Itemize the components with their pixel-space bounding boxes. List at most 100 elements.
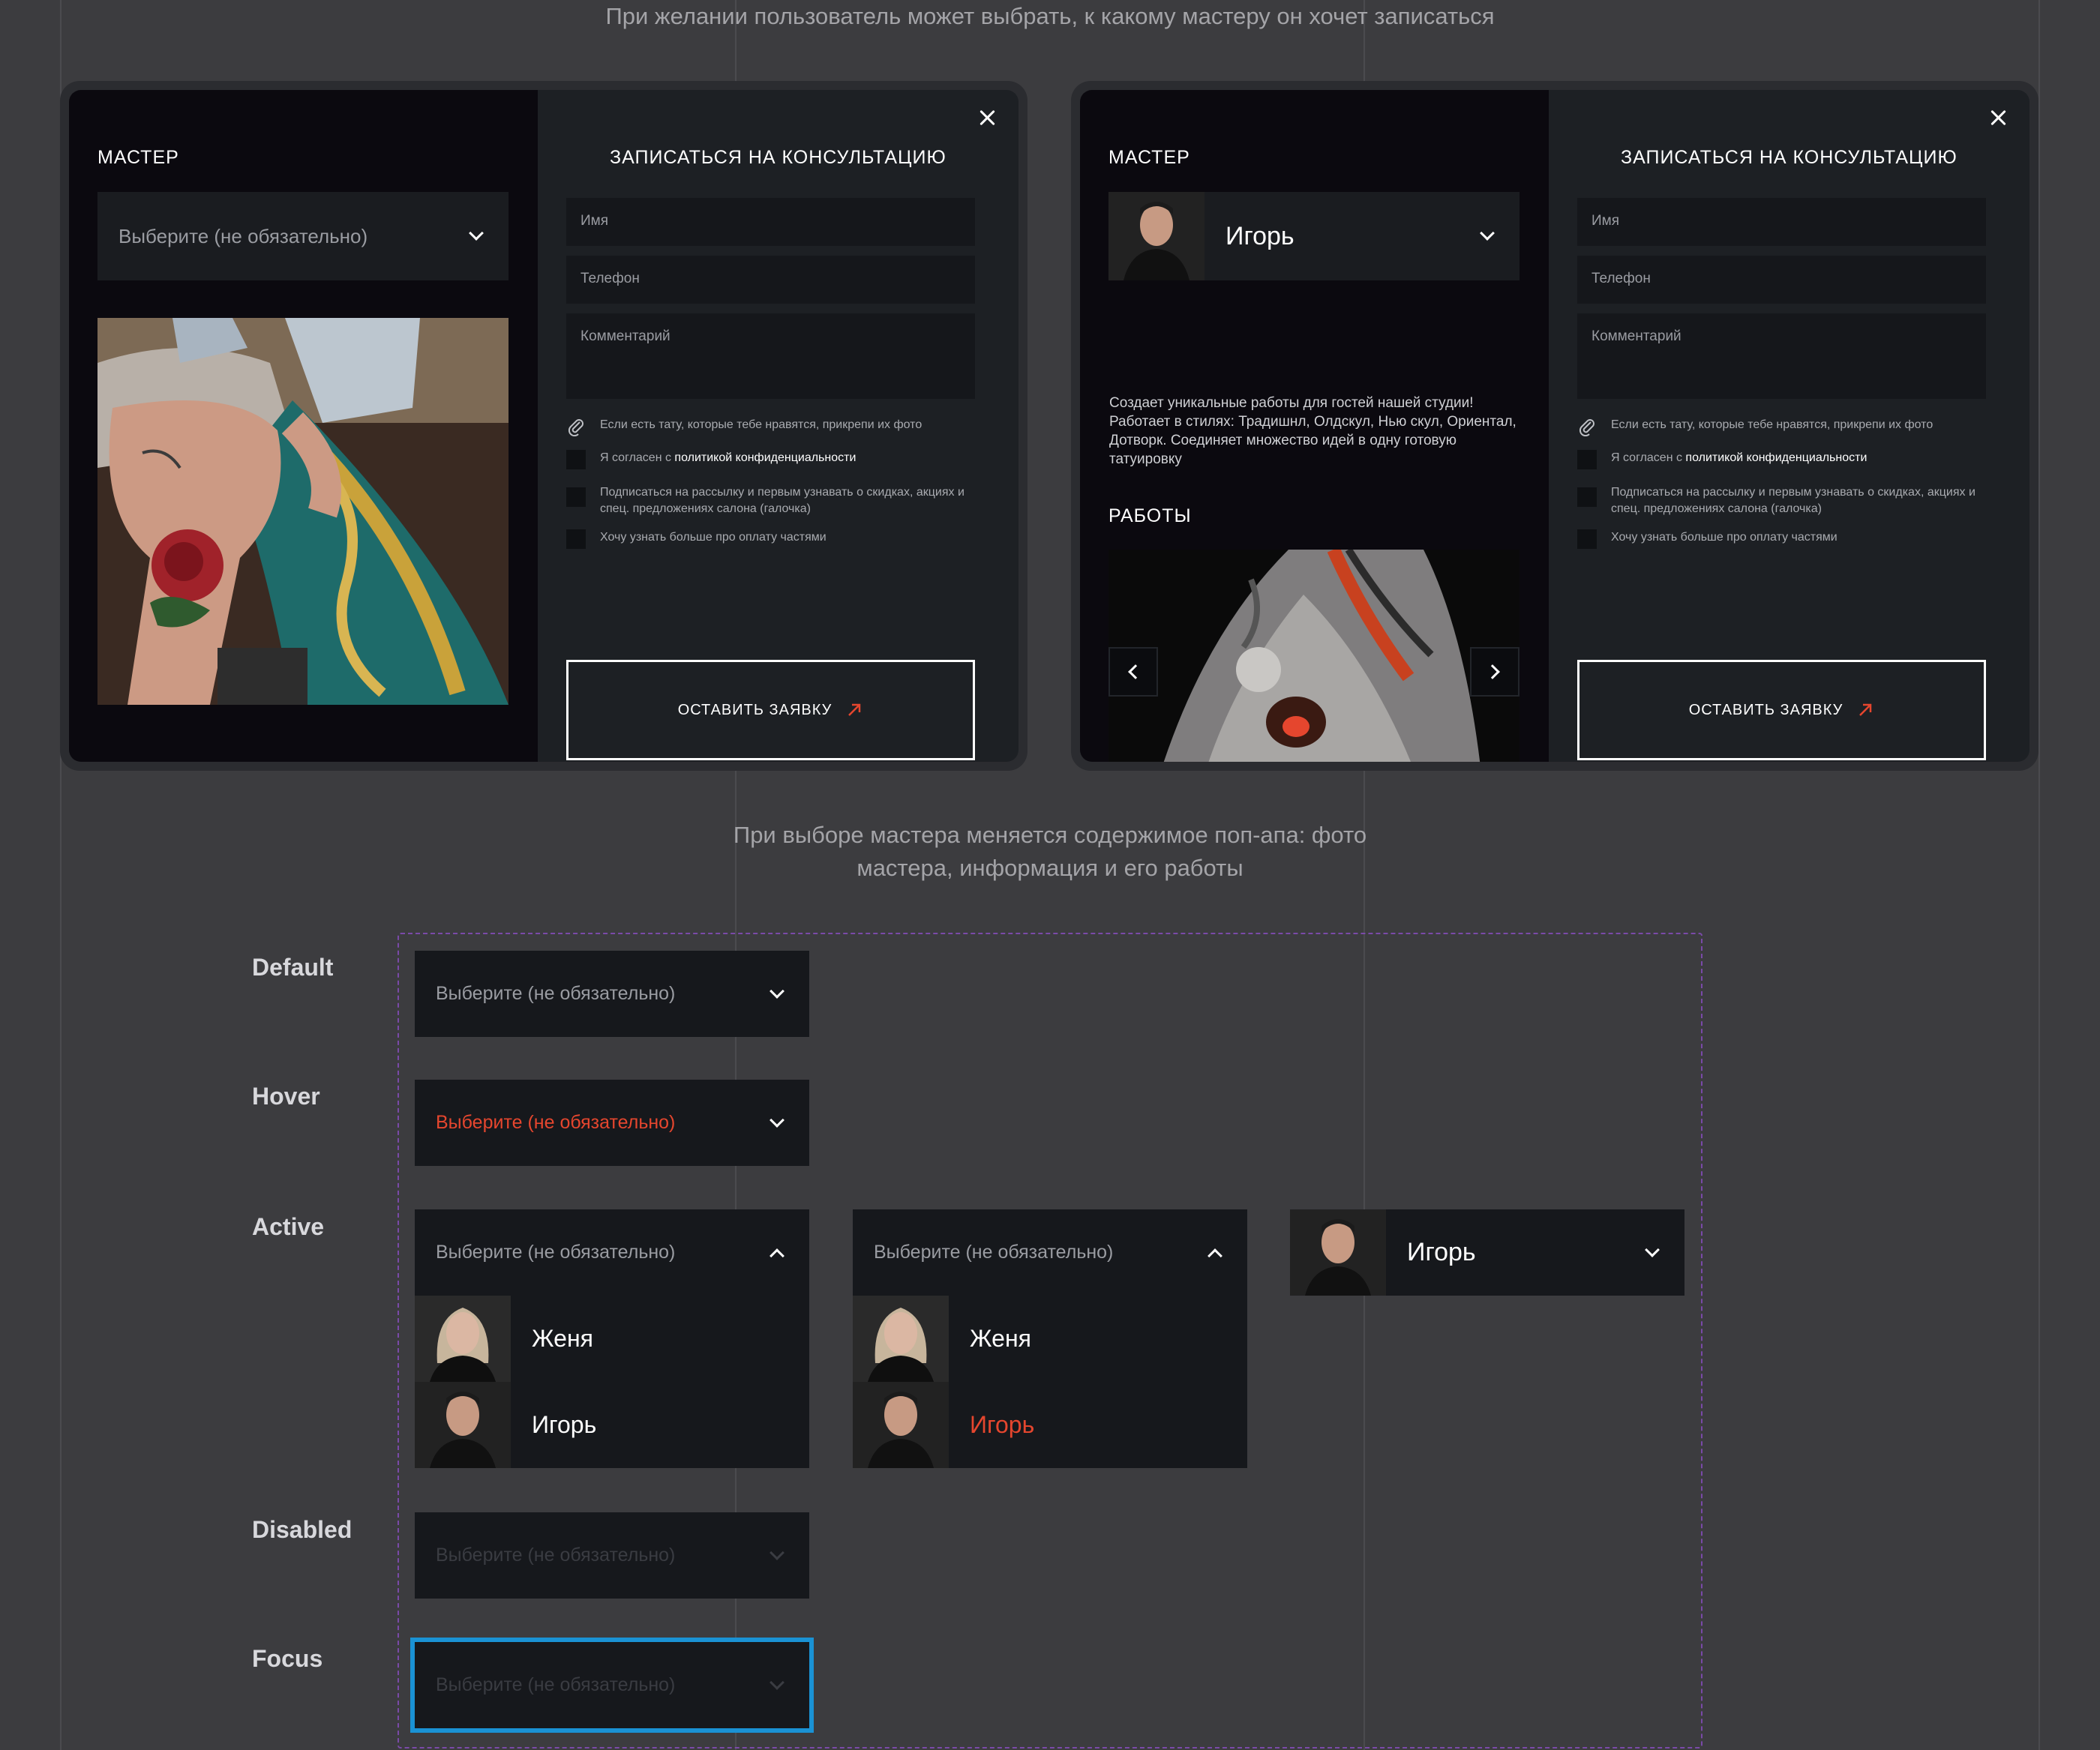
checkbox[interactable]: [566, 450, 586, 469]
chevron-down-icon: [469, 226, 484, 241]
phone-input[interactable]: Телефон: [1577, 256, 1986, 304]
popup-master-panel: МАСТЕР Выберите (не обязательно): [69, 90, 538, 762]
consent-checkbox[interactable]: Я согласен с политикой конфиденциальност…: [566, 450, 856, 469]
comment-input[interactable]: Комментарий: [1577, 313, 1986, 399]
select-hover[interactable]: Выберите (не обязательно): [415, 1080, 809, 1166]
consent-text: Я согласен с: [600, 451, 675, 464]
avatar: [415, 1382, 511, 1468]
close-icon[interactable]: [976, 106, 999, 129]
name-input[interactable]: Имя: [1577, 198, 1986, 246]
privacy-link[interactable]: политикой конфиденциальности: [1685, 451, 1867, 464]
state-label-default: Default: [252, 954, 334, 981]
popup-master-panel: МАСТЕР Игорь Создает уникальные работы д…: [1080, 90, 1549, 762]
installments-text: Хочу узнать больше про оплату частями: [600, 531, 826, 544]
submit-label: ОСТАВИТЬ ЗАЯВКУ: [1688, 701, 1844, 718]
subscribe-checkbox[interactable]: Подписаться на рассылку и первым узнават…: [1577, 484, 1986, 517]
select-placeholder: Выберите (не обязательно): [436, 1242, 676, 1263]
checkbox[interactable]: [1577, 450, 1597, 469]
attach-photo-link[interactable]: Если есть тату, которые тебе нравятся, п…: [1577, 417, 1933, 436]
avatar: [853, 1296, 949, 1382]
select-default[interactable]: Выберите (не обязательно): [415, 951, 809, 1037]
master-select-placeholder: Выберите (не обязательно): [118, 224, 368, 247]
subscribe-text: Подписаться на рассылку и первым узнават…: [600, 486, 964, 515]
select-chosen[interactable]: Игорь: [1290, 1209, 1684, 1296]
close-icon[interactable]: [1988, 106, 2010, 129]
submit-button[interactable]: ОСТАВИТЬ ЗАЯВКУ: [1577, 660, 1986, 760]
avatar: [1290, 1209, 1386, 1296]
select-disabled: Выберите (не обязательно): [415, 1512, 809, 1599]
gallery-prev-button[interactable]: [1108, 647, 1158, 697]
installments-checbox[interactable]: Хочу узнать больше про оплату частями: [566, 529, 826, 549]
master-description: Создает уникальные работы для гостей наш…: [1109, 395, 1516, 467]
option-name: Игорь: [532, 1411, 597, 1438]
submit-button[interactable]: ОСТАВИТЬ ЗАЯВКУ: [566, 660, 975, 760]
avatar: [415, 1296, 511, 1382]
form-title: ЗАПИСАТЬСЯ НА КОНСУЛЬТАЦИЮ: [1621, 147, 1958, 168]
submit-label: ОСТАВИТЬ ЗАЯВКУ: [677, 701, 832, 718]
chevron-up-icon: [770, 1248, 784, 1263]
paperclip-icon: [568, 419, 584, 436]
arrow-up-right-icon: [1859, 703, 1872, 716]
option-name: Игорь: [970, 1411, 1035, 1438]
select-focus[interactable]: Выберите (не обязательно): [415, 1642, 809, 1728]
dropdown-option-hovered[interactable]: Игорь: [853, 1382, 1247, 1468]
chevron-down-icon: [770, 1545, 784, 1560]
dropdown-option[interactable]: Женя: [853, 1296, 1247, 1382]
subscribe-checkbox[interactable]: Подписаться на рассылку и первым узнават…: [566, 484, 975, 517]
state-label-active: Active: [252, 1213, 325, 1240]
select-placeholder: Выберите (не обязательно): [874, 1242, 1114, 1263]
phone-input[interactable]: Телефон: [566, 256, 975, 304]
master-title: МАСТЕР: [98, 147, 179, 168]
name-input[interactable]: Имя: [566, 198, 975, 246]
select-active-hover-option[interactable]: Выберите (не обязательно): [853, 1209, 1247, 1296]
option-name: Женя: [970, 1325, 1031, 1352]
gallery-next-button[interactable]: [1470, 647, 1520, 697]
popup-form-panel: ЗАПИСАТЬСЯ НА КОНСУЛЬТАЦИЮ Имя Телефон К…: [1549, 90, 2030, 762]
chevron-right-icon: [1485, 664, 1500, 679]
consent-checkbox[interactable]: Я согласен с политикой конфиденциальност…: [1577, 450, 1867, 469]
option-name: Женя: [532, 1325, 593, 1352]
attach-photo-link[interactable]: Если есть тату, которые тебе нравятся, п…: [566, 417, 922, 436]
chosen-master-name: Игорь: [1407, 1238, 1476, 1266]
dropdown-option[interactable]: Женя: [415, 1296, 809, 1382]
paperclip-icon: [1579, 419, 1594, 436]
caption-middle-1: При выборе мастера меняется содержимое п…: [733, 822, 1367, 848]
checkbox[interactable]: [566, 529, 586, 549]
popup-default: МАСТЕР Выберите (не обязательно) ЗАПИСАТ…: [60, 81, 1028, 771]
popup-form-panel: ЗАПИСАТЬСЯ НА КОНСУЛЬТАЦИЮ Имя Телефон К…: [538, 90, 1018, 762]
chevron-up-icon: [1208, 1248, 1222, 1263]
select-placeholder: Выберите (не обязательно): [436, 1112, 676, 1133]
popup-card: МАСТЕР Выберите (не обязательно) ЗАПИСАТ…: [69, 90, 1018, 762]
studio-photo: [98, 318, 508, 705]
chevron-down-icon: [770, 1674, 784, 1690]
checkbox[interactable]: [1577, 487, 1597, 507]
state-label-hover: Hover: [252, 1083, 320, 1110]
master-title: МАСТЕР: [1108, 147, 1190, 168]
installments-checkbox[interactable]: Хочу узнать больше про оплату частями: [1577, 529, 1838, 549]
avatar: [853, 1382, 949, 1468]
select-placeholder: Выберите (не обязательно): [436, 1545, 676, 1566]
popup-master-selected: МАСТЕР Игорь Создает уникальные работы д…: [1071, 81, 2038, 771]
dropdown-option[interactable]: Игорь: [415, 1382, 809, 1468]
attach-text: Если есть тату, которые тебе нравятся, п…: [600, 418, 922, 431]
state-label-focus: Focus: [252, 1645, 323, 1672]
works-title: РАБОТЫ: [1108, 505, 1192, 526]
installments-text: Хочу узнать больше про оплату частями: [1611, 531, 1838, 544]
checkbox[interactable]: [1577, 529, 1597, 549]
selected-master-name: Игорь: [1226, 221, 1294, 250]
checkbox[interactable]: [566, 487, 586, 507]
arrow-up-right-icon: [848, 703, 861, 716]
privacy-link[interactable]: политикой конфиденциальности: [674, 451, 856, 464]
master-select[interactable]: Игорь: [1108, 192, 1520, 280]
works-gallery: [1108, 550, 1520, 762]
master-select[interactable]: Выберите (не обязательно): [98, 192, 508, 280]
subscribe-text: Подписаться на рассылку и первым узнават…: [1611, 486, 1976, 515]
attach-text: Если есть тату, которые тебе нравятся, п…: [1611, 418, 1934, 431]
chevron-down-icon: [1480, 226, 1495, 241]
comment-input[interactable]: Комментарий: [566, 313, 975, 399]
caption-middle-2: мастера, информация и его работы: [856, 855, 1244, 881]
chevron-down-icon: [770, 1112, 784, 1128]
chevron-down-icon: [770, 983, 784, 999]
select-active[interactable]: Выберите (не обязательно): [415, 1209, 809, 1296]
caption-top: При желании пользователь может выбрать, …: [605, 3, 1495, 29]
